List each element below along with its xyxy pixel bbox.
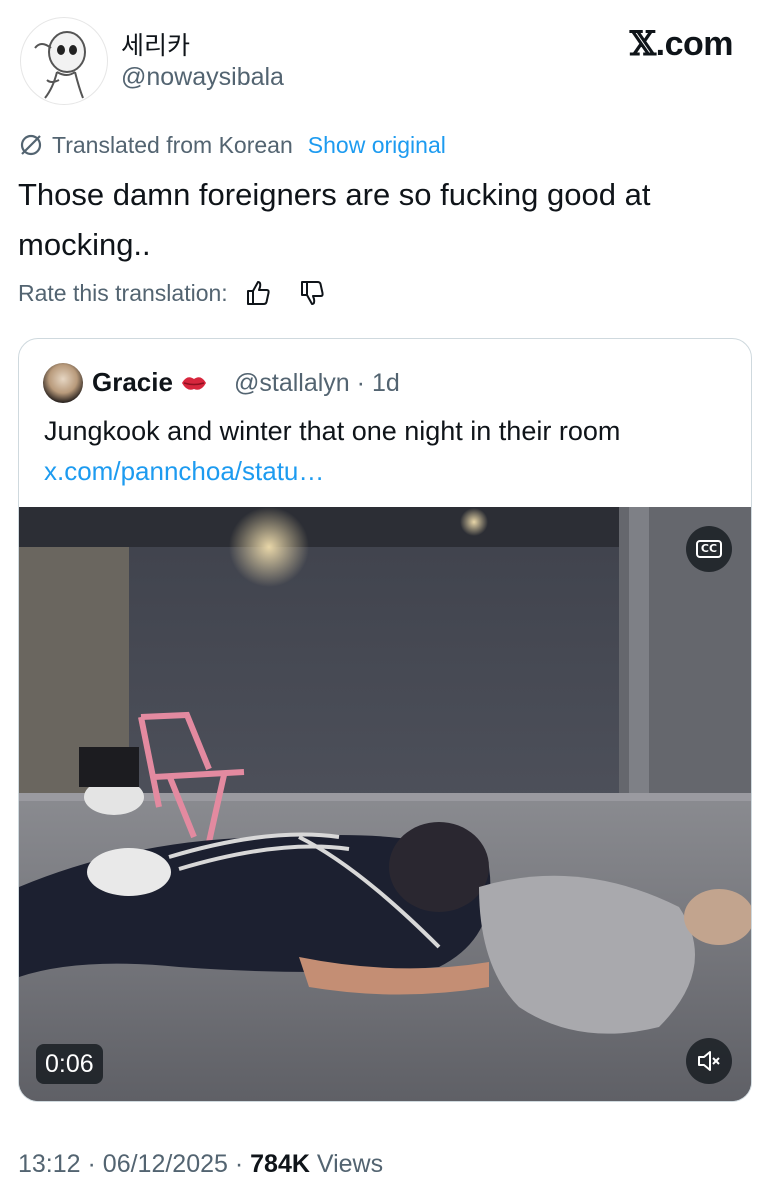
quote-separator: ·	[356, 369, 365, 397]
cartoon-character-icon	[34, 31, 86, 99]
cc-icon: CC	[695, 540, 723, 558]
quote-author-display-name[interactable]: Gracie	[92, 367, 173, 398]
x-logo-suffix: .com	[655, 25, 734, 63]
footer-dot-2: ·	[234, 1150, 244, 1178]
translated-from-label: Translated from Korean	[52, 131, 293, 158]
x-logo: 𝕏.com	[629, 24, 734, 64]
x-logo-glyph: 𝕏	[629, 24, 656, 64]
quote-text: Jungkook and winter that one night in th…	[44, 416, 621, 446]
rate-translation-label: Rate this translation:	[18, 279, 228, 306]
thumbs-up-icon[interactable]	[244, 279, 272, 307]
quote-author-avatar[interactable]	[43, 363, 83, 403]
tweet-header: 세리카 @nowaysibala 𝕏.com	[0, 0, 769, 110]
quoted-tweet-card[interactable]: Gracie @stallalyn · 1d Jungkook and wint…	[18, 338, 752, 1102]
rate-translation-row: Rate this translation:	[18, 277, 326, 309]
views-label: Views	[316, 1150, 384, 1178]
closed-captions-button[interactable]: CC	[686, 526, 732, 572]
author-display-name[interactable]: 세리카	[121, 26, 190, 62]
speaker-muted-icon	[698, 1051, 720, 1071]
quote-age[interactable]: 1d	[372, 369, 400, 397]
translate-icon	[20, 134, 42, 156]
views-count: 784K	[250, 1150, 310, 1178]
kiss-mark-emoji-icon	[181, 376, 206, 390]
quote-link[interactable]: x.com/pannchoa/statu…	[44, 456, 324, 487]
quote-author-name-row[interactable]: Gracie	[92, 367, 209, 398]
tweet-text: Those damn foreigners are so fucking goo…	[18, 177, 651, 262]
post-date[interactable]: 06/12/2025	[103, 1150, 228, 1178]
mute-toggle-button[interactable]	[686, 1038, 732, 1084]
video-player[interactable]: CC 0:06	[19, 507, 751, 1101]
video-duration-badge: 0:06	[36, 1044, 103, 1084]
video-frame-image	[19, 507, 751, 1101]
post-time[interactable]: 13:12	[18, 1150, 81, 1178]
translation-notice-row: Translated from Korean Show original	[18, 130, 446, 160]
tweet-footer: 13:12 · 06/12/2025 · 784K Views	[18, 1150, 383, 1179]
thumbs-down-icon[interactable]	[298, 279, 326, 307]
author-handle[interactable]: @nowaysibala	[121, 63, 284, 92]
footer-dot: ·	[87, 1150, 96, 1178]
author-avatar[interactable]	[20, 17, 108, 105]
quote-meta: @stallalyn · 1d	[234, 369, 400, 398]
show-original-link[interactable]: Show original	[308, 132, 446, 159]
quote-author-handle[interactable]: @stallalyn	[234, 369, 350, 397]
